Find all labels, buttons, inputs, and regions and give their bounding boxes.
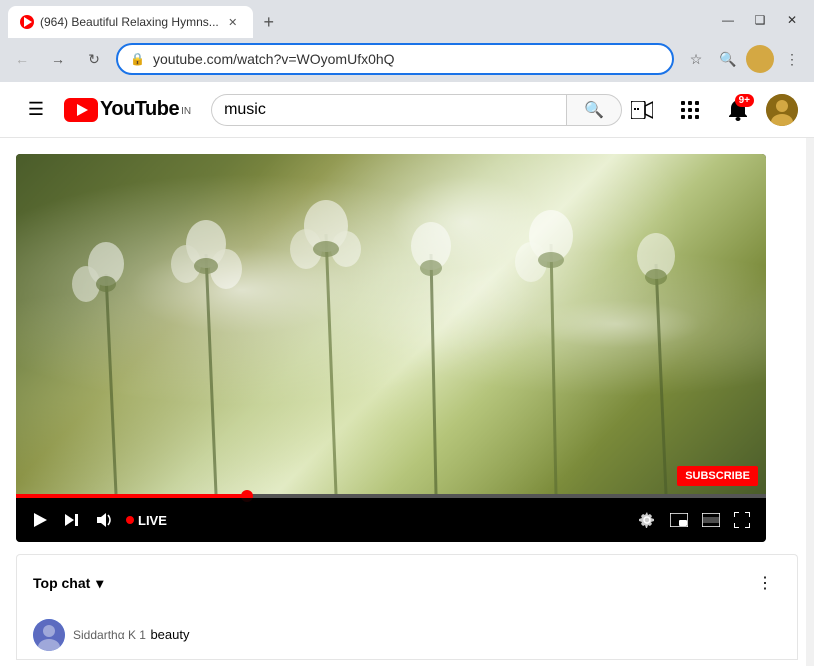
- address-right-controls: ☆ 🔍 ⋮: [682, 45, 806, 73]
- tab-title: (964) Beautiful Relaxing Hymns...: [40, 15, 219, 29]
- video-background: SUBSCRIBE: [16, 154, 766, 494]
- chat-username: Siddarthα K 1: [73, 628, 146, 642]
- next-icon: [64, 512, 80, 528]
- tab-favicon: [20, 15, 34, 29]
- chat-user-avatar: [33, 619, 65, 651]
- miniplayer-icon: [670, 513, 688, 527]
- window-controls: — ❑ ✕: [714, 10, 806, 30]
- scrollbar-track[interactable]: [806, 82, 814, 666]
- settings-button[interactable]: [634, 507, 660, 533]
- minimize-button[interactable]: —: [714, 10, 742, 30]
- page-content: ☰ YouTube IN 🔍: [0, 82, 814, 666]
- address-bar: ← → ↻ 🔒 youtube.com/watch?v=WOyomUfx0hQ …: [0, 38, 814, 82]
- youtube-logo[interactable]: YouTube IN: [64, 98, 191, 122]
- header-right-controls: 9+: [622, 90, 798, 130]
- flowers-svg: [16, 154, 766, 494]
- youtube-logo-icon: [64, 98, 98, 122]
- live-badge: LIVE: [126, 513, 167, 528]
- lock-icon: 🔒: [130, 52, 145, 66]
- play-pause-button[interactable]: [28, 508, 52, 532]
- profile-avatar-button[interactable]: [746, 45, 774, 73]
- title-bar: (964) Beautiful Relaxing Hymns... ✕ + — …: [0, 0, 814, 38]
- create-icon: [631, 101, 653, 119]
- user-avatar-button[interactable]: [766, 94, 798, 126]
- youtube-play-icon: [64, 98, 98, 122]
- chat-message-item: Siddarthα K 1 beauty: [16, 611, 798, 660]
- search-icon-btn[interactable]: 🔍: [714, 45, 742, 73]
- search-button[interactable]: 🔍: [566, 94, 622, 126]
- tab-close-button[interactable]: ✕: [225, 14, 241, 30]
- chat-dropdown-icon: ▾: [96, 575, 103, 592]
- theater-icon: [702, 513, 720, 527]
- fullscreen-icon: [734, 512, 750, 528]
- chat-avatar-icon: [33, 619, 65, 651]
- reload-button[interactable]: ↻: [80, 45, 108, 73]
- url-bar[interactable]: 🔒 youtube.com/watch?v=WOyomUfx0hQ: [116, 43, 674, 75]
- chat-title[interactable]: Top chat ▾: [33, 575, 103, 592]
- chat-message-text: beauty: [150, 627, 189, 642]
- controls-right: [634, 507, 754, 533]
- theater-button[interactable]: [698, 509, 724, 531]
- tab-area: (964) Beautiful Relaxing Hymns... ✕ +: [8, 6, 283, 38]
- chat-title-text: Top chat: [33, 575, 90, 591]
- next-button[interactable]: [60, 508, 84, 532]
- fullscreen-button[interactable]: [730, 508, 754, 532]
- search-input[interactable]: [211, 94, 566, 126]
- hamburger-menu-button[interactable]: ☰: [16, 90, 56, 130]
- subscribe-button-overlay[interactable]: SUBSCRIBE: [677, 466, 758, 486]
- settings-icon: [638, 511, 656, 529]
- apps-button[interactable]: [670, 90, 710, 130]
- play-icon: [32, 512, 48, 528]
- apps-icon: [681, 101, 699, 119]
- notification-badge: 9+: [735, 94, 754, 107]
- menu-button[interactable]: ⋮: [778, 45, 806, 73]
- close-button[interactable]: ✕: [778, 10, 806, 30]
- notifications-button[interactable]: 9+: [718, 90, 758, 130]
- tab-favicon-play: [24, 17, 32, 27]
- maximize-button[interactable]: ❑: [746, 10, 774, 30]
- create-video-button[interactable]: [622, 90, 662, 130]
- youtube-logo-text: YouTube: [100, 98, 179, 121]
- new-tab-button[interactable]: +: [255, 8, 283, 36]
- chat-section: Top chat ▾ ⋮ Siddarthα K 1 beauty: [0, 554, 814, 666]
- bookmark-button[interactable]: ☆: [682, 45, 710, 73]
- browser-chrome: (964) Beautiful Relaxing Hymns... ✕ + — …: [0, 0, 814, 82]
- chat-header: Top chat ▾ ⋮: [16, 554, 798, 611]
- video-player[interactable]: SUBSCRIBE: [16, 154, 766, 542]
- search-wrapper: 🔍: [211, 94, 622, 126]
- video-controls: LIVE: [16, 498, 766, 542]
- volume-icon: [96, 512, 114, 528]
- url-text: youtube.com/watch?v=WOyomUfx0hQ: [153, 51, 660, 67]
- back-button[interactable]: ←: [8, 45, 36, 73]
- avatar-icon: [766, 94, 798, 126]
- live-label: LIVE: [138, 513, 167, 528]
- chat-more-button[interactable]: ⋮: [749, 567, 781, 599]
- miniplayer-button[interactable]: [666, 509, 692, 531]
- video-section: SUBSCRIBE: [0, 138, 814, 542]
- active-tab[interactable]: (964) Beautiful Relaxing Hymns... ✕: [8, 6, 253, 38]
- live-dot: [126, 516, 134, 524]
- chat-message-content: Siddarthα K 1 beauty: [73, 626, 189, 644]
- youtube-header: ☰ YouTube IN 🔍: [0, 82, 814, 138]
- youtube-country-code: IN: [181, 106, 191, 117]
- forward-button[interactable]: →: [44, 45, 72, 73]
- volume-button[interactable]: [92, 508, 118, 532]
